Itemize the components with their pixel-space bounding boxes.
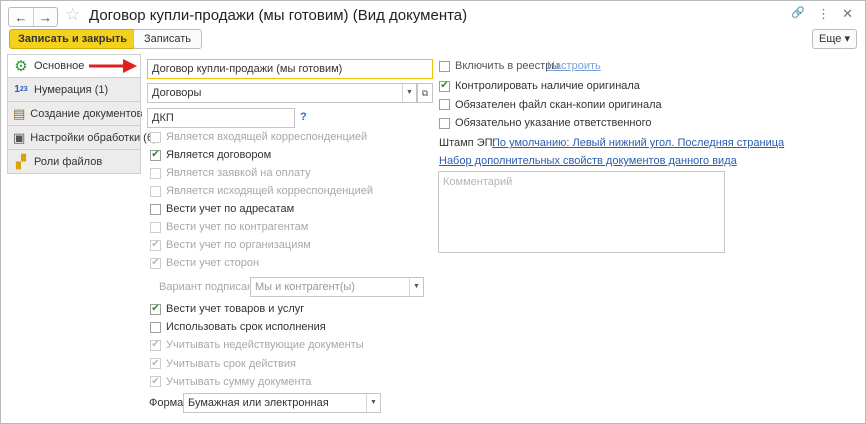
gear-icon: ⚙ <box>14 58 28 75</box>
checkmark-icon: ✔ <box>150 357 161 370</box>
forward-button[interactable]: → <box>33 8 57 26</box>
option-checkbox[interactable]: Обязательно указание ответственного <box>439 117 652 129</box>
checkmark-icon: ✔ <box>150 239 161 251</box>
tab-processing-settings[interactable]: ▣ Настройки обработки (6) <box>7 126 157 150</box>
tab-label: Создание документов <box>30 107 143 120</box>
form-value: Бумажная или электронная <box>188 397 329 409</box>
title-tools: 🔗 ⋮ ✕ <box>791 6 853 22</box>
file-roles-icon: ▞ <box>16 153 26 169</box>
form-select[interactable]: Бумажная или электронная ▼ <box>183 393 381 413</box>
option-checkbox[interactable]: ✔ Вести учет товаров и услуг <box>150 303 304 315</box>
processing-settings-icon: ▣ <box>13 129 26 145</box>
menu-icon[interactable]: ⋮ <box>817 6 830 22</box>
tab-label: Основное <box>34 60 85 72</box>
checkbox-label: Контролировать наличие оригинала <box>455 80 640 92</box>
chevron-down-icon[interactable]: ▼ <box>366 394 380 412</box>
checkbox-label: Обязателен файл скан-копии оригинала <box>455 98 662 111</box>
checkbox-box[interactable] <box>439 117 450 129</box>
option-checkbox[interactable]: Использовать срок исполнения <box>150 321 326 333</box>
checkmark-icon: ✔ <box>150 257 161 269</box>
save-button[interactable]: Записать <box>133 29 203 49</box>
checkmark-icon[interactable]: ✔ <box>150 303 161 315</box>
checkbox-box <box>150 167 161 179</box>
save-and-close-button[interactable]: Записать и закрыть <box>9 29 137 49</box>
checkbox-box <box>150 185 161 197</box>
checkmark-icon: ✔ <box>150 375 161 388</box>
checkbox-label: Учитывать сумму документа <box>166 375 312 388</box>
document-type-window: ← → ☆ Договор купли-продажи (мы готовим)… <box>0 0 866 424</box>
tab-numbering[interactable]: 1 23 Нумерация (1) <box>7 78 141 102</box>
checkbox-label: Использовать срок исполнения <box>166 321 326 334</box>
close-icon[interactable]: ✕ <box>842 6 853 22</box>
form-label: Форма: <box>149 397 187 409</box>
checkbox-box <box>150 131 161 143</box>
tab-content-divider <box>140 54 141 174</box>
option-checkbox: ✔ Учитывать сумму документа <box>150 376 312 388</box>
tab-file-roles[interactable]: ▞ Роли файлов <box>7 150 141 174</box>
checkbox-label: Вести учет сторон <box>166 257 260 269</box>
checkbox-label: Включить в реестры <box>455 60 560 72</box>
help-icon[interactable]: ? <box>300 111 307 123</box>
option-checkbox[interactable]: ✔ Контролировать наличие оригинала <box>439 80 640 92</box>
tab-document-creation[interactable]: ▤ Создание документов <box>7 102 143 126</box>
checkmark-icon: ✔ <box>150 339 161 351</box>
favorite-star-icon[interactable]: ☆ <box>65 5 80 25</box>
checkbox-box[interactable] <box>150 203 161 215</box>
chevron-down-icon[interactable]: ▼ <box>402 84 416 102</box>
checkbox-box[interactable] <box>150 321 161 333</box>
option-checkbox: Является исходящей корреспонденцией <box>150 185 373 197</box>
checkbox-label: Является договором <box>166 149 272 161</box>
more-button[interactable]: Еще ▾ <box>812 29 857 49</box>
tab-label: Нумерация (1) <box>34 83 109 96</box>
tab-label: Настройки обработки (6) <box>30 131 157 144</box>
option-checkbox: ✔ Учитывать срок действия <box>150 358 296 370</box>
configure-registry-link[interactable]: Настроить <box>547 60 601 72</box>
stamp-label: Штамп ЭП: <box>439 137 496 149</box>
checkbox-label: Учитывать срок действия <box>166 357 296 370</box>
tab-label: Роли файлов <box>34 155 103 168</box>
link-icon[interactable]: 🔗 <box>791 6 805 22</box>
option-checkbox[interactable]: Вести учет по адресатам <box>150 203 294 215</box>
checkbox-box <box>150 221 161 233</box>
stamp-link[interactable]: По умолчанию: Левый нижний угол. Последн… <box>492 137 784 149</box>
option-checkbox[interactable]: Обязателен файл скан-копии оригинала <box>439 99 662 111</box>
navigation-buttons: ← → <box>8 7 58 27</box>
include-in-registry-checkbox[interactable]: Включить в реестры <box>439 60 559 72</box>
back-button[interactable]: ← <box>9 8 33 26</box>
checkbox-label: Является исходящей корреспонденцией <box>166 185 373 197</box>
document-type-select[interactable]: Договоры ▼ <box>147 83 417 103</box>
checkbox-label: Является входящей корреспонденцией <box>166 131 368 143</box>
option-checkbox: ✔ Учитывать недействующие документы <box>150 339 364 351</box>
checkbox-label: Учитывать недействующие документы <box>166 339 364 352</box>
option-checkbox: Вести учет по контрагентам <box>150 221 308 233</box>
option-checkbox: Является входящей корреспонденцией <box>150 131 367 143</box>
name-input[interactable]: Договор купли-продажи (мы готовим) <box>147 59 433 79</box>
checkbox-label: Вести учет по организациям <box>166 239 311 251</box>
checkbox-label: Вести учет по адресатам <box>166 203 295 215</box>
checkbox-box[interactable] <box>439 99 450 110</box>
comment-textarea[interactable]: Комментарий <box>438 171 725 253</box>
open-icon[interactable]: ⧉ <box>417 83 433 103</box>
chevron-down-icon[interactable]: ▼ <box>409 278 423 296</box>
document-type-value: Договоры <box>152 87 202 99</box>
option-checkbox: ✔ Вести учет по организациям <box>150 239 311 251</box>
checkbox-label: Обязательно указание ответственного <box>455 117 652 129</box>
checkmark-icon[interactable]: ✔ <box>150 149 161 161</box>
documents-icon: ▤ <box>13 105 26 121</box>
additional-properties-link[interactable]: Набор дополнительных свойств документов … <box>439 155 737 167</box>
option-checkbox: ✔ Вести учет сторон <box>150 257 259 269</box>
signing-variant-value: Мы и контрагент(ы) <box>255 281 355 293</box>
numbering-icon: 1 23 <box>14 84 28 95</box>
signing-variant-select[interactable]: Мы и контрагент(ы) ▼ <box>250 277 424 297</box>
annotation-arrow-icon <box>89 59 137 73</box>
prefix-input[interactable]: ДКП <box>147 108 295 128</box>
checkmark-icon[interactable]: ✔ <box>439 80 450 92</box>
window-title: Договор купли-продажи (мы готовим) (Вид … <box>89 7 468 24</box>
checkbox-label: Является заявкой на оплату <box>166 167 311 179</box>
checkbox-label: Вести учет товаров и услуг <box>166 303 305 315</box>
checkbox-label: Вести учет по контрагентам <box>166 221 309 233</box>
option-checkbox[interactable]: ✔ Является договором <box>150 149 271 161</box>
option-checkbox: Является заявкой на оплату <box>150 167 311 179</box>
checkbox-box[interactable] <box>439 60 450 72</box>
